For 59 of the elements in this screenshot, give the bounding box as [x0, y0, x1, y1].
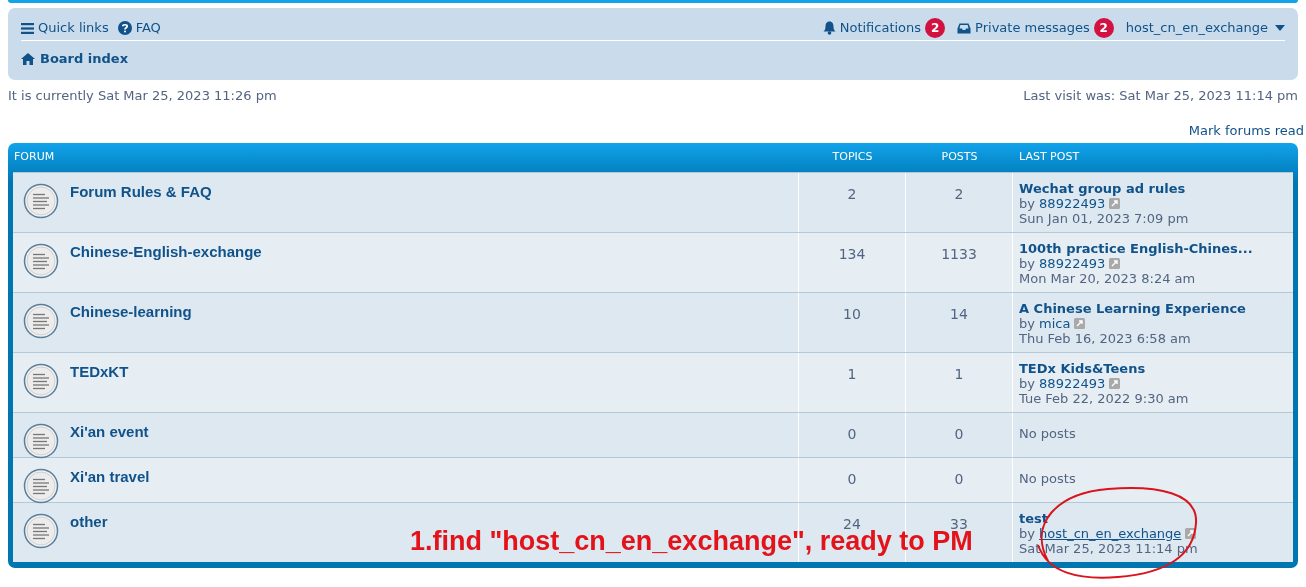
forum-title[interactable]: TEDxKT — [70, 361, 129, 384]
message-count-badge: 2 — [1093, 18, 1114, 38]
forum-icon — [23, 303, 59, 339]
forum-icon — [23, 243, 59, 279]
view-post-icon[interactable] — [1074, 318, 1086, 329]
forum-title[interactable]: Forum Rules & FAQ — [70, 181, 212, 204]
last-post-title[interactable]: TEDx Kids&Teens — [1019, 361, 1293, 376]
help-icon — [117, 21, 132, 35]
column-header: FORUM — [13, 149, 56, 166]
last-post-title[interactable]: Wechat group ad rules — [1019, 181, 1293, 196]
no-posts-label: No posts — [1019, 426, 1076, 441]
board-index-link[interactable]: Board index — [21, 48, 129, 69]
author-link[interactable]: mica — [1039, 316, 1071, 331]
author-link[interactable]: 88922493 — [1039, 256, 1106, 271]
forum-title[interactable]: Chinese-English-exchange — [70, 241, 262, 264]
column-header: LAST POST — [1018, 149, 1081, 166]
forum-title[interactable]: Chinese-learning — [70, 301, 192, 324]
current-time-text: It is currently Sat Mar 25, 2023 11:26 pm — [8, 87, 277, 105]
no-posts-label: No posts — [1019, 471, 1076, 486]
view-post-icon[interactable] — [1109, 258, 1121, 269]
forum-icon — [23, 183, 59, 219]
private-messages-link[interactable]: Private messages — [957, 18, 1090, 38]
last-post-time: Mon Mar 20, 2023 8:24 am — [1019, 271, 1197, 286]
last-post-time: Tue Feb 22, 2022 9:30 am — [1019, 391, 1190, 406]
last-post-title[interactable]: 100th practice English-Chines... — [1019, 241, 1293, 256]
notifications-link[interactable]: Notifications — [822, 18, 922, 38]
by-label: by — [1019, 196, 1035, 211]
caret-icon — [1275, 25, 1285, 31]
forum-icon — [23, 363, 59, 399]
by-label: by — [1019, 256, 1035, 271]
forum-title[interactable]: Xi'an event — [70, 421, 149, 444]
column-header: TOPICS — [831, 149, 874, 166]
author-link[interactable]: 88922493 — [1039, 376, 1106, 391]
last-visit-text: Last visit was: Sat Mar 25, 2023 11:14 pm — [1023, 87, 1298, 105]
forum-icon — [23, 513, 59, 549]
last-post-time: Sun Jan 01, 2023 7:09 pm — [1019, 211, 1190, 226]
forum-title[interactable]: Xi'an travel — [70, 466, 150, 489]
home-icon — [21, 52, 35, 65]
forum-title[interactable]: other — [70, 511, 108, 534]
view-post-icon[interactable] — [1109, 378, 1121, 389]
faq-link[interactable]: FAQ — [117, 18, 161, 38]
by-label: by — [1019, 316, 1035, 331]
last-post-time: Thu Feb 16, 2023 6:58 am — [1019, 331, 1192, 346]
by-label: by — [1019, 526, 1035, 541]
author-link[interactable]: 88922493 — [1039, 196, 1106, 211]
annotation-text: 1.find "host_cn_en_exchange", ready to PM — [410, 528, 973, 555]
view-post-icon[interactable] — [1185, 528, 1197, 539]
inbox-icon — [957, 22, 972, 34]
last-post-title[interactable]: A Chinese Learning Experience — [1019, 301, 1293, 316]
user-menu[interactable]: host_cn_en_exchange — [1125, 18, 1285, 38]
last-post-title[interactable]: test — [1019, 511, 1293, 526]
quick-links-menu[interactable]: Quick links — [21, 18, 109, 38]
bell-icon — [822, 21, 836, 35]
notification-count-badge: 2 — [925, 18, 946, 38]
view-post-icon[interactable] — [1109, 198, 1121, 209]
mark-forums-read-link[interactable]: Mark forums read — [1188, 120, 1304, 140]
menu-icon — [21, 22, 34, 34]
column-header: POSTS — [940, 149, 979, 166]
by-label: by — [1019, 376, 1035, 391]
